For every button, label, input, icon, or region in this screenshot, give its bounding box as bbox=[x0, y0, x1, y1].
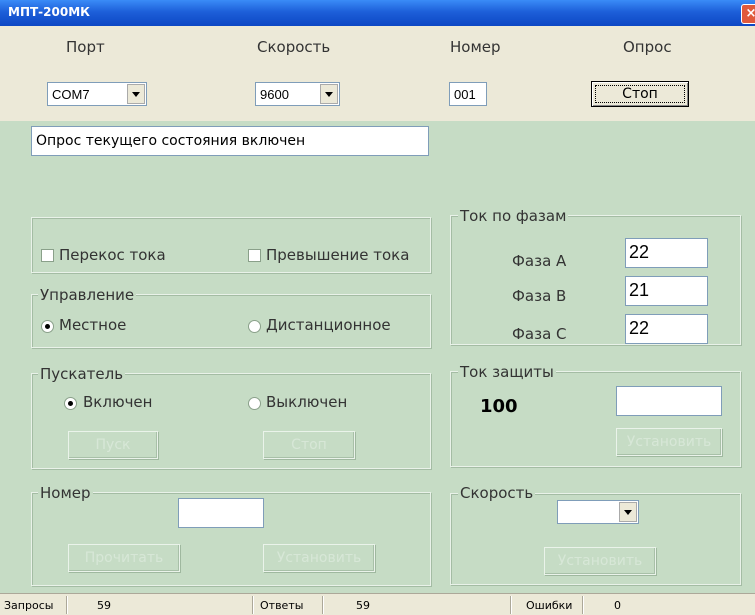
protection-input[interactable] bbox=[616, 386, 722, 416]
phase-a-value: 22 bbox=[625, 238, 708, 268]
set-speed-button[interactable]: Установить bbox=[544, 547, 656, 575]
starter-off-label: Выключен bbox=[266, 393, 348, 411]
errors-label: Ошибки bbox=[526, 599, 573, 612]
overcurrent-label: Превышение тока bbox=[266, 246, 410, 264]
requests-label: Запросы bbox=[4, 599, 54, 612]
poll-stop-button[interactable]: Стоп bbox=[591, 81, 689, 107]
phase-b-label: Фаза В bbox=[512, 287, 567, 305]
number-group-input[interactable] bbox=[178, 498, 264, 528]
starter-off-radio[interactable] bbox=[248, 397, 261, 410]
alarms-group bbox=[31, 217, 431, 273]
protection-title: Ток защиты bbox=[458, 363, 556, 381]
control-local-radio[interactable] bbox=[41, 320, 54, 333]
starter-on-radio[interactable] bbox=[64, 397, 77, 410]
phase-c-value: 22 bbox=[625, 314, 708, 344]
port-value: COM7 bbox=[52, 87, 90, 102]
requests-count: 59 bbox=[97, 599, 111, 612]
imbalance-checkbox[interactable] bbox=[41, 249, 54, 262]
errors-count: 0 bbox=[614, 599, 621, 612]
port-select[interactable]: COM7 bbox=[47, 82, 147, 106]
close-button[interactable]: × bbox=[741, 4, 755, 24]
answers-count: 59 bbox=[356, 599, 370, 612]
speed-group-title: Скорость bbox=[458, 484, 536, 502]
phase-c-label: Фаза С bbox=[512, 325, 567, 343]
window-title: МПТ-200МК bbox=[8, 5, 90, 19]
control-title: Управление bbox=[38, 286, 137, 304]
status-separator bbox=[252, 596, 254, 614]
phase-b-value: 21 bbox=[625, 276, 708, 306]
app-window: МПТ-200МК × Порт COM7 Скорость 9600 Номе… bbox=[0, 0, 755, 615]
connection-panel: Порт COM7 Скорость 9600 Номер 001 Опрос … bbox=[0, 26, 755, 121]
answers-label: Ответы bbox=[260, 599, 304, 612]
starter-on-label: Включен bbox=[83, 393, 153, 411]
speed-label: Скорость bbox=[257, 38, 331, 56]
chevron-down-icon[interactable] bbox=[619, 502, 637, 522]
speed-value: 9600 bbox=[260, 87, 289, 102]
overcurrent-checkbox[interactable] bbox=[248, 249, 261, 262]
set-number-button[interactable]: Установить bbox=[263, 544, 375, 572]
speed-select[interactable]: 9600 bbox=[255, 82, 340, 106]
close-icon: × bbox=[745, 6, 755, 21]
status-separator bbox=[510, 596, 512, 614]
title-bar: МПТ-200МК × bbox=[0, 0, 755, 26]
protection-value: 100 bbox=[480, 396, 518, 417]
number-input[interactable]: 001 bbox=[449, 82, 487, 106]
chevron-down-icon[interactable] bbox=[320, 84, 338, 104]
status-bar: Запросы 59 Ответы 59 Ошибки 0 bbox=[0, 593, 755, 615]
status-separator bbox=[322, 596, 324, 614]
read-number-button[interactable]: Прочитать bbox=[68, 544, 180, 572]
poll-label: Опрос bbox=[623, 38, 672, 56]
speed-group-select[interactable] bbox=[557, 500, 639, 524]
stop-button[interactable]: Стоп bbox=[263, 431, 355, 459]
starter-title: Пускатель bbox=[38, 365, 126, 383]
control-remote-label: Дистанционное bbox=[266, 316, 391, 334]
control-local-label: Местное bbox=[59, 316, 127, 334]
chevron-down-icon[interactable] bbox=[127, 84, 145, 104]
status-separator bbox=[582, 596, 584, 614]
phase-a-label: Фаза А bbox=[512, 252, 567, 270]
status-separator bbox=[66, 596, 68, 614]
status-message: Опрос текущего состояния включен bbox=[31, 126, 429, 156]
port-label: Порт bbox=[66, 38, 105, 56]
number-group-title: Номер bbox=[38, 484, 93, 502]
control-remote-radio[interactable] bbox=[248, 320, 261, 333]
main-panel: Опрос текущего состояния включен Перекос… bbox=[0, 121, 755, 593]
imbalance-label: Перекос тока bbox=[59, 246, 166, 264]
set-protection-button[interactable]: Установить bbox=[616, 428, 722, 456]
start-button[interactable]: Пуск bbox=[68, 431, 158, 459]
phase-currents-title: Ток по фазам bbox=[458, 207, 569, 225]
number-label: Номер bbox=[450, 38, 501, 56]
